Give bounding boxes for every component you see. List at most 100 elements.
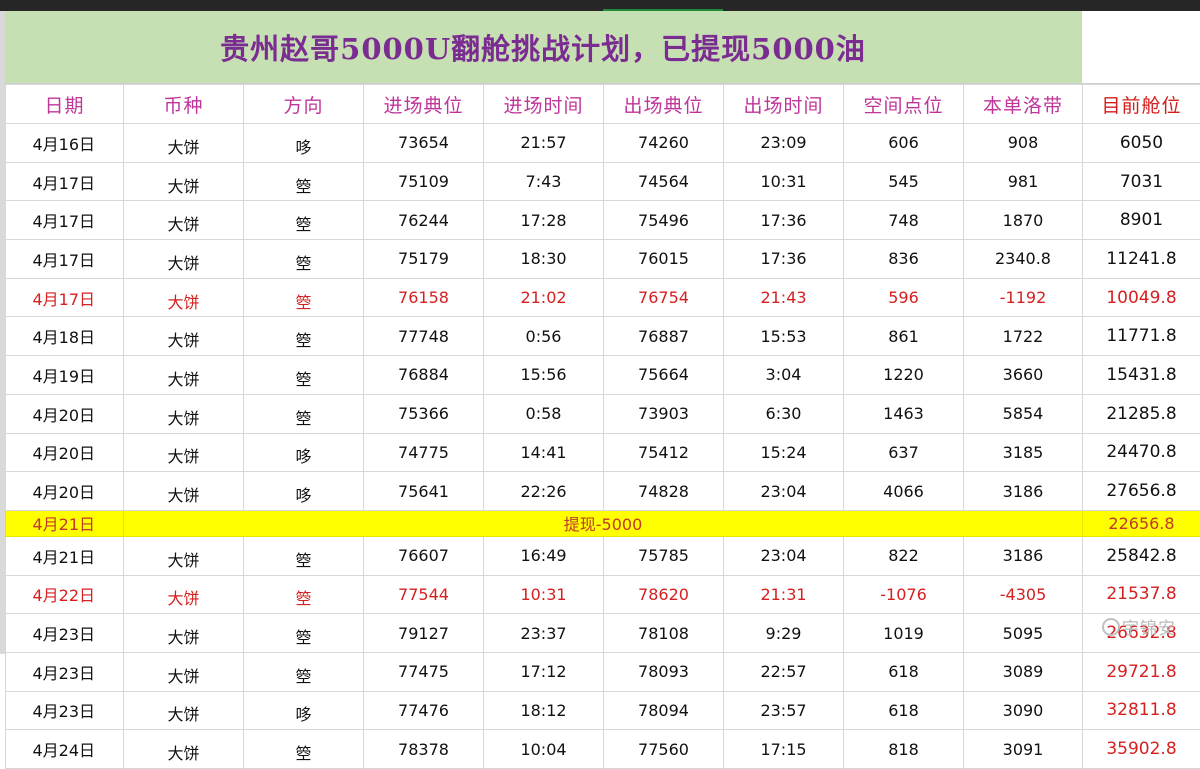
cell-balance[interactable]: 10049.8 — [1083, 278, 1200, 317]
cell-pnl[interactable]: 5854 — [964, 394, 1083, 433]
cell-exit-price[interactable]: 78094 — [604, 691, 724, 730]
cell-date[interactable]: 4月16日 — [6, 124, 124, 163]
cell-points[interactable]: 748 — [844, 201, 964, 240]
cell-points[interactable]: 618 — [844, 691, 964, 730]
cell-date[interactable]: 4月23日 — [6, 652, 124, 691]
cell-points[interactable]: 606 — [844, 124, 964, 163]
cell-exit-time[interactable]: 10:31 — [724, 162, 844, 201]
cell-balance[interactable]: 35902.8 — [1083, 730, 1200, 769]
cell-exit-price[interactable]: 74260 — [604, 124, 724, 163]
header-coin[interactable]: 币种 — [124, 85, 244, 124]
cell-entry-time[interactable]: 0:58 — [484, 394, 604, 433]
withdraw-balance[interactable]: 22656.8 — [1083, 510, 1200, 536]
cell-pnl[interactable]: 3186 — [964, 472, 1083, 511]
cell-coin[interactable]: 大饼 — [124, 162, 244, 201]
cell-entry-time[interactable]: 14:41 — [484, 433, 604, 472]
cell-exit-price[interactable]: 75496 — [604, 201, 724, 240]
cell-points[interactable]: 1019 — [844, 614, 964, 653]
cell-exit-price[interactable]: 73903 — [604, 394, 724, 433]
cell-exit-time[interactable]: 3:04 — [724, 356, 844, 395]
cell-pnl[interactable]: -4305 — [964, 575, 1083, 614]
cell-balance[interactable]: 11771.8 — [1083, 317, 1200, 356]
cell-entry-time[interactable]: 10:04 — [484, 730, 604, 769]
header-direction[interactable]: 方向 — [244, 85, 364, 124]
header-pnl[interactable]: 本单洛带 — [964, 85, 1083, 124]
cell-entry-price[interactable]: 77544 — [364, 575, 484, 614]
cell-entry-price[interactable]: 75179 — [364, 240, 484, 279]
empty-cell[interactable] — [1081, 11, 1200, 84]
cell-exit-price[interactable]: 75664 — [604, 356, 724, 395]
cell-exit-price[interactable]: 78108 — [604, 614, 724, 653]
cell-exit-time[interactable]: 22:57 — [724, 652, 844, 691]
cell-exit-price[interactable]: 74828 — [604, 472, 724, 511]
cell-exit-price[interactable]: 78093 — [604, 652, 724, 691]
cell-pnl[interactable]: 3089 — [964, 652, 1083, 691]
cell-entry-time[interactable]: 21:57 — [484, 124, 604, 163]
cell-exit-price[interactable]: 76015 — [604, 240, 724, 279]
header-points[interactable]: 空间点位 — [844, 85, 964, 124]
cell-direction[interactable]: 哆 — [244, 472, 364, 511]
cell-direction[interactable]: 箜 — [244, 356, 364, 395]
cell-direction[interactable]: 箜 — [244, 652, 364, 691]
cell-exit-price[interactable]: 77560 — [604, 730, 724, 769]
cell-direction[interactable]: 箜 — [244, 394, 364, 433]
cell-date[interactable]: 4月20日 — [6, 394, 124, 433]
cell-pnl[interactable]: -1192 — [964, 278, 1083, 317]
cell-exit-price[interactable]: 76754 — [604, 278, 724, 317]
cell-coin[interactable]: 大饼 — [124, 240, 244, 279]
cell-entry-time[interactable]: 17:12 — [484, 652, 604, 691]
cell-direction[interactable]: 箜 — [244, 240, 364, 279]
cell-date[interactable]: 4月17日 — [6, 278, 124, 317]
cell-pnl[interactable]: 3185 — [964, 433, 1083, 472]
cell-entry-price[interactable]: 77475 — [364, 652, 484, 691]
cell-date[interactable]: 4月24日 — [6, 730, 124, 769]
cell-points[interactable]: 818 — [844, 730, 964, 769]
cell-coin[interactable]: 大饼 — [124, 614, 244, 653]
cell-points[interactable]: 836 — [844, 240, 964, 279]
cell-points[interactable]: 637 — [844, 433, 964, 472]
cell-date[interactable]: 4月19日 — [6, 356, 124, 395]
cell-balance[interactable]: 15431.8 — [1083, 356, 1200, 395]
cell-exit-time[interactable]: 17:36 — [724, 201, 844, 240]
cell-coin[interactable]: 大饼 — [124, 730, 244, 769]
cell-direction[interactable]: 箜 — [244, 614, 364, 653]
cell-pnl[interactable]: 1722 — [964, 317, 1083, 356]
cell-entry-price[interactable]: 78378 — [364, 730, 484, 769]
cell-entry-price[interactable]: 76244 — [364, 201, 484, 240]
cell-pnl[interactable]: 3186 — [964, 536, 1083, 575]
cell-date[interactable]: 4月20日 — [6, 433, 124, 472]
header-exit-price[interactable]: 出场典位 — [604, 85, 724, 124]
cell-balance[interactable]: 21537.8 — [1083, 575, 1200, 614]
cell-entry-time[interactable]: 18:30 — [484, 240, 604, 279]
cell-entry-price[interactable]: 74775 — [364, 433, 484, 472]
cell-entry-time[interactable]: 23:37 — [484, 614, 604, 653]
cell-entry-time[interactable]: 16:49 — [484, 536, 604, 575]
cell-pnl[interactable]: 3090 — [964, 691, 1083, 730]
cell-exit-price[interactable]: 75412 — [604, 433, 724, 472]
cell-entry-price[interactable]: 76884 — [364, 356, 484, 395]
cell-balance[interactable]: 25842.8 — [1083, 536, 1200, 575]
cell-balance[interactable]: 7031 — [1083, 162, 1200, 201]
cell-entry-time[interactable]: 22:26 — [484, 472, 604, 511]
cell-entry-price[interactable]: 75641 — [364, 472, 484, 511]
cell-balance[interactable]: 21285.8 — [1083, 394, 1200, 433]
cell-entry-price[interactable]: 77476 — [364, 691, 484, 730]
cell-date[interactable]: 4月18日 — [6, 317, 124, 356]
header-date[interactable]: 日期 — [6, 85, 124, 124]
cell-balance[interactable]: 32811.8 — [1083, 691, 1200, 730]
cell-coin[interactable]: 大饼 — [124, 394, 244, 433]
cell-exit-time[interactable]: 15:53 — [724, 317, 844, 356]
cell-points[interactable]: 4066 — [844, 472, 964, 511]
cell-date[interactable]: 4月23日 — [6, 691, 124, 730]
header-entry-price[interactable]: 进场典位 — [364, 85, 484, 124]
cell-coin[interactable]: 大饼 — [124, 652, 244, 691]
withdraw-date[interactable]: 4月21日 — [6, 510, 124, 536]
cell-pnl[interactable]: 5095 — [964, 614, 1083, 653]
cell-entry-price[interactable]: 77748 — [364, 317, 484, 356]
sheet-title[interactable]: 贵州赵哥5000U翻舱挑战计划，已提现5000油 — [5, 11, 1081, 84]
cell-entry-price[interactable]: 76158 — [364, 278, 484, 317]
cell-date[interactable]: 4月21日 — [6, 536, 124, 575]
cell-points[interactable]: 618 — [844, 652, 964, 691]
cell-points[interactable]: 1463 — [844, 394, 964, 433]
cell-points[interactable]: 1220 — [844, 356, 964, 395]
